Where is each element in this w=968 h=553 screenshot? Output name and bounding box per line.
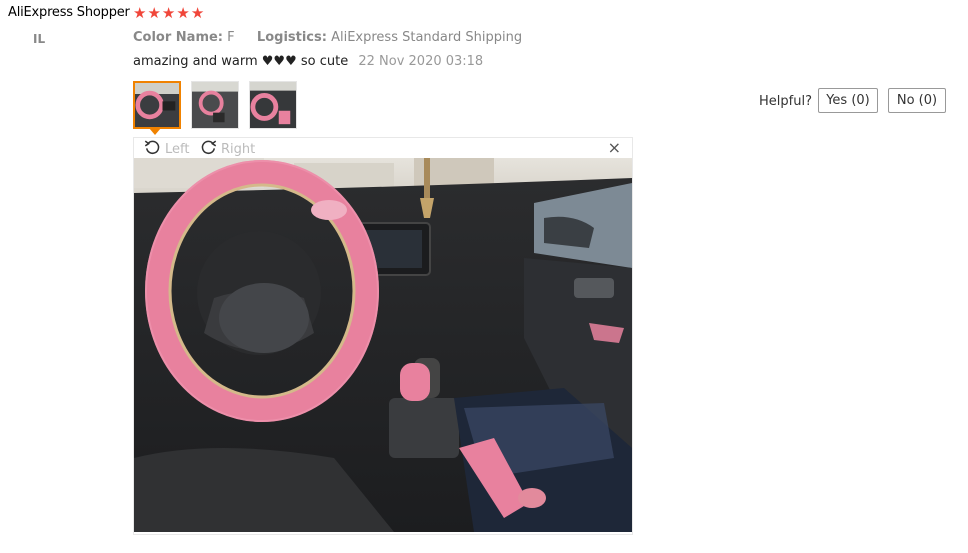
rotate-right-button[interactable]: Right: [200, 139, 255, 160]
review-text-line: amazing and warm ♥♥♥ so cute 22 Nov 2020…: [133, 54, 483, 69]
review-meta: Color Name: F Logistics: AliExpress Stan…: [133, 30, 522, 45]
image-viewer: Left Right ×: [133, 137, 633, 535]
rotate-right-icon: [200, 139, 217, 160]
review-date: 22 Nov 2020 03:18: [358, 54, 484, 69]
rotate-left-icon: [144, 139, 161, 160]
review-text: amazing and warm ♥♥♥ so cute: [133, 54, 349, 69]
logistics-label: Logistics:: [256, 30, 327, 45]
star-icon: ★: [161, 4, 176, 22]
star-icon: ★: [190, 4, 205, 22]
star-icon: ★: [133, 4, 147, 22]
rotate-left-label: Left: [165, 142, 190, 157]
reviewer-name: AliExpress Shopper: [8, 5, 130, 20]
helpful-yes-button[interactable]: Yes (0): [818, 88, 878, 113]
star-icon: ★: [147, 4, 161, 22]
helpful-label: Helpful?: [759, 94, 812, 109]
active-thumbnail-caret: [149, 128, 161, 135]
close-icon[interactable]: ×: [608, 139, 621, 157]
thumbnail-image[interactable]: [249, 81, 297, 129]
star-icon: ★: [176, 4, 190, 22]
rotate-right-label: Right: [221, 142, 256, 157]
helpful-no-button[interactable]: No (0): [888, 88, 946, 113]
rotate-left-button[interactable]: Left: [144, 139, 189, 160]
review-photo: [134, 158, 632, 532]
color-label: Color Name:: [133, 30, 224, 45]
review-thumbnails: [133, 81, 297, 129]
viewer-toolbar: Left Right ×: [134, 138, 632, 158]
thumbnail-image[interactable]: [133, 81, 181, 129]
rating-stars: ★ ★ ★ ★ ★: [133, 5, 204, 21]
color-value: F: [227, 30, 235, 45]
reviewer-country: IL: [33, 32, 46, 46]
logistics-value: AliExpress Standard Shipping: [331, 30, 523, 45]
thumbnail-image[interactable]: [191, 81, 239, 129]
